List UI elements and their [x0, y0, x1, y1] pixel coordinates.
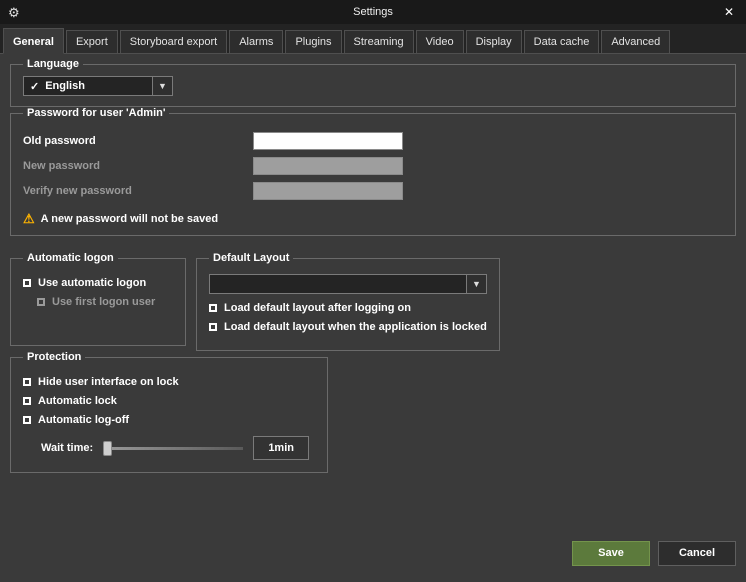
tab-streaming[interactable]: Streaming [344, 30, 414, 53]
language-group: Language ✓ English ▼ [10, 58, 736, 107]
wait-time-value: 1min [253, 436, 309, 460]
password-group: Password for user 'Admin' Old password N… [10, 107, 736, 236]
use-automatic-logon-row: Use automatic logon [23, 277, 173, 289]
tab-alarms[interactable]: Alarms [229, 30, 283, 53]
hide-ui-on-lock-checkbox[interactable] [23, 378, 31, 386]
tab-video[interactable]: Video [416, 30, 464, 53]
tab-export[interactable]: Export [66, 30, 118, 53]
password-warning-text: A new password will not be saved [41, 213, 218, 225]
load-when-locked-row: Load default layout when the application… [209, 321, 487, 333]
title-bar: ⚙ Settings ✕ [0, 0, 746, 24]
warning-icon: ⚠ [23, 212, 35, 225]
tab-storyboard-export[interactable]: Storyboard export [120, 30, 227, 53]
default-layout-group: Default Layout ▼ Load default layout aft… [196, 252, 500, 351]
tab-general[interactable]: General [3, 28, 64, 54]
automatic-logoff-label: Automatic log-off [38, 414, 129, 426]
load-when-locked-checkbox[interactable] [209, 323, 217, 331]
language-dropdown-button[interactable]: ▼ [153, 76, 173, 96]
load-when-locked-label: Load default layout when the application… [224, 321, 487, 333]
automatic-logon-legend: Automatic logon [23, 252, 118, 264]
verify-password-label: Verify new password [23, 185, 253, 197]
automatic-logon-group: Automatic logon Use automatic logon Use … [10, 252, 186, 346]
dialog-footer: Save Cancel [0, 536, 746, 582]
default-layout-dropdown[interactable]: ▼ [209, 274, 487, 294]
language-legend: Language [23, 58, 83, 70]
wait-time-label: Wait time: [41, 442, 93, 454]
language-dropdown[interactable]: ✓ English ▼ [23, 76, 173, 96]
automatic-lock-row: Automatic lock [23, 395, 315, 407]
close-icon[interactable]: ✕ [720, 3, 738, 21]
tab-display[interactable]: Display [466, 30, 522, 53]
slider-track[interactable] [103, 447, 243, 450]
settings-window: ⚙ Settings ✕ General Export Storyboard e… [0, 0, 746, 582]
password-legend: Password for user 'Admin' [23, 107, 169, 119]
verify-password-field [253, 182, 403, 200]
load-after-logon-label: Load default layout after logging on [224, 302, 411, 314]
use-first-logon-user-row: Use first logon user [37, 296, 173, 308]
chevron-down-icon: ▼ [158, 81, 167, 91]
settings-content: Language ✓ English ▼ Password for user '… [0, 54, 746, 536]
use-automatic-logon-label: Use automatic logon [38, 277, 146, 289]
use-automatic-logon-checkbox[interactable] [23, 279, 31, 287]
verify-password-row: Verify new password [23, 182, 723, 200]
slider-handle[interactable] [103, 441, 112, 456]
automatic-logoff-row: Automatic log-off [23, 414, 315, 426]
language-dropdown-value[interactable]: ✓ English [23, 76, 153, 96]
new-password-label: New password [23, 160, 253, 172]
use-first-logon-user-checkbox [37, 298, 45, 306]
language-selected: English [45, 80, 85, 92]
new-password-row: New password [23, 157, 723, 175]
wait-time-row: Wait time: 1min [41, 436, 315, 460]
logon-layout-row: Automatic logon Use automatic logon Use … [10, 252, 736, 351]
hide-ui-on-lock-label: Hide user interface on lock [38, 376, 179, 388]
tab-plugins[interactable]: Plugins [285, 30, 341, 53]
protection-group: Protection Hide user interface on lock A… [10, 351, 328, 473]
old-password-field[interactable] [253, 132, 403, 150]
automatic-logoff-checkbox[interactable] [23, 416, 31, 424]
checkmark-icon: ✓ [30, 80, 39, 93]
password-warning: ⚠ A new password will not be saved [23, 212, 723, 225]
old-password-row: Old password [23, 132, 723, 150]
tab-bar: General Export Storyboard export Alarms … [0, 24, 746, 54]
window-title: Settings [0, 6, 746, 18]
chevron-down-icon: ▼ [472, 279, 481, 289]
automatic-lock-checkbox[interactable] [23, 397, 31, 405]
save-button[interactable]: Save [572, 541, 650, 566]
load-after-logon-checkbox[interactable] [209, 304, 217, 312]
use-first-logon-user-label: Use first logon user [52, 296, 155, 308]
tab-advanced[interactable]: Advanced [601, 30, 670, 53]
new-password-field [253, 157, 403, 175]
wait-time-slider[interactable] [103, 441, 243, 456]
tab-data-cache[interactable]: Data cache [524, 30, 600, 53]
old-password-label: Old password [23, 135, 253, 147]
default-layout-legend: Default Layout [209, 252, 293, 264]
default-layout-dropdown-button[interactable]: ▼ [467, 274, 487, 294]
default-layout-dropdown-value[interactable] [209, 274, 467, 294]
hide-ui-on-lock-row: Hide user interface on lock [23, 376, 315, 388]
automatic-lock-label: Automatic lock [38, 395, 117, 407]
cancel-button[interactable]: Cancel [658, 541, 736, 566]
protection-legend: Protection [23, 351, 85, 363]
load-after-logon-row: Load default layout after logging on [209, 302, 487, 314]
